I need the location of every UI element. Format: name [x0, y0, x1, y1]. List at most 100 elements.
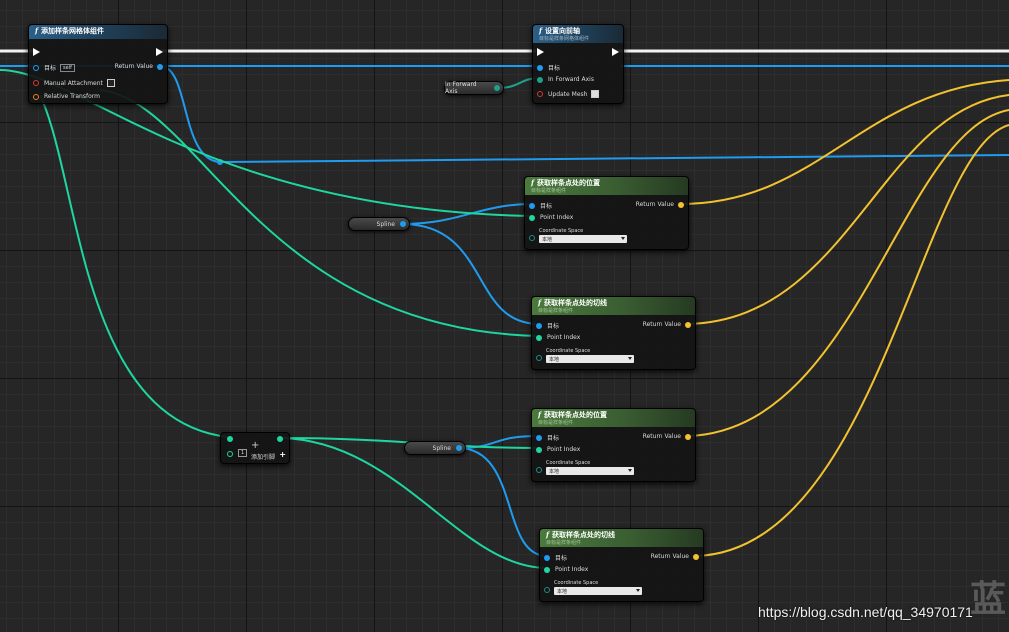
node-title: f 获取样条点处的切线: [538, 298, 689, 308]
pin-in-forward-axis[interactable]: In Forward Axis: [537, 76, 594, 83]
pin-label: Return Value: [114, 63, 153, 70]
exec-out-pin[interactable]: [156, 48, 163, 56]
pin-target[interactable]: 目标: [536, 321, 559, 330]
pin-label: Manual Attachment: [44, 79, 103, 87]
function-icon: f: [539, 26, 543, 35]
manual-attachment-checkbox[interactable]: [106, 79, 115, 87]
exec-in-pin[interactable]: [537, 48, 544, 56]
pin-relative-transform[interactable]: Relative Transform: [33, 93, 100, 100]
pin-target[interactable]: 目标: [536, 433, 559, 442]
pin-point-index[interactable]: Point Index: [536, 334, 580, 341]
coordinate-space-pin[interactable]: [536, 355, 542, 361]
vector-wire: [687, 94, 1009, 325]
exec-in-pin[interactable]: [33, 48, 40, 56]
output-pin[interactable]: [277, 436, 283, 442]
pin-target[interactable]: 目标 self: [33, 63, 75, 72]
dropdown-value: 本地: [542, 236, 553, 243]
pin-label: Return Value: [642, 433, 681, 440]
pin-point-index[interactable]: Point Index: [529, 214, 573, 221]
input-pin-a[interactable]: [227, 436, 233, 442]
dropdown-value: 本地: [549, 468, 560, 475]
pin-manual-attachment[interactable]: Manual Attachment: [33, 79, 115, 87]
pin-return-value[interactable]: Return Value: [636, 201, 684, 208]
get-tangent-at-spline-point-node-1[interactable]: f 获取样条点处的切线 目标是样条组件 目标 Point Index Coordi…: [531, 296, 696, 370]
pin-point-index[interactable]: Point Index: [544, 566, 588, 573]
add-spline-mesh-component-node[interactable]: f 添加样条网格体组件 目标 self Manual Attachment Rel…: [28, 24, 168, 104]
object-wire: [401, 203, 533, 225]
pin-return-value[interactable]: Return Value: [643, 433, 691, 440]
set-forward-axis-node[interactable]: f 设置向前轴 目标是样条网格体组件 目标 In Forward Axis Upd…: [532, 24, 624, 104]
get-location-at-spline-point-node-2[interactable]: f 获取样条点处的位置 目标是样条组件 目标 Point Index Coordi…: [531, 408, 696, 482]
pin-dot: [529, 202, 535, 209]
pin-dot: [685, 321, 691, 328]
pin-target[interactable]: 目标: [537, 63, 560, 72]
vector-wire: [695, 124, 1009, 557]
node-header: f 设置向前轴 目标是样条网格体组件: [533, 25, 623, 43]
pin-dot: [33, 93, 39, 100]
pin-return-value[interactable]: Return Value: [643, 321, 691, 328]
chevron-down-icon: [628, 469, 632, 472]
pin-dot: [537, 64, 543, 71]
variable-output-pin[interactable]: [400, 221, 406, 227]
coordinate-space-label: Coordinate Space: [546, 460, 591, 466]
coordinate-space-dropdown[interactable]: 本地: [546, 355, 634, 363]
node-header: f 获取样条点处的切线 目标是样条组件: [540, 529, 703, 547]
node-title: f 添加样条网格体组件: [35, 26, 104, 35]
add-value-box[interactable]: 1: [238, 449, 248, 457]
exec-out-pin[interactable]: [612, 48, 619, 56]
pin-dot: [157, 63, 163, 70]
vector-wire: [679, 79, 1009, 205]
pin-label: 目标: [555, 555, 568, 562]
coordinate-space-pin[interactable]: [529, 235, 535, 241]
coordinate-space-pin[interactable]: [536, 467, 542, 473]
variable-label: In Forward Axis: [445, 81, 477, 95]
plus-icon: +: [251, 440, 260, 451]
chevron-down-icon: [621, 237, 625, 240]
object-wire: [219, 154, 1009, 163]
pin-label: Return Value: [635, 201, 674, 208]
pin-return-value[interactable]: Return Value: [115, 63, 163, 70]
pin-label: Return Value: [650, 553, 689, 560]
pin-target[interactable]: 目标: [544, 553, 567, 562]
pin-label: Update Mesh: [548, 90, 588, 98]
node-subtitle: 目标是样条组件: [538, 308, 574, 314]
variable-output-pin[interactable]: [456, 445, 462, 451]
coordinate-space-dropdown[interactable]: 本地: [546, 467, 634, 475]
pin-target[interactable]: 目标: [529, 201, 552, 210]
pin-point-index[interactable]: Point Index: [536, 446, 580, 453]
pin-update-mesh[interactable]: Update Mesh: [537, 90, 600, 98]
pin-label: 目标: [540, 203, 553, 210]
update-mesh-checkbox[interactable]: [591, 90, 600, 98]
get-location-at-spline-point-node-1[interactable]: f 获取样条点处的位置 目标是样条组件 目标 Point Index Coordi…: [524, 176, 689, 250]
function-icon: f: [538, 410, 542, 419]
pin-return-value[interactable]: Return Value: [651, 553, 699, 560]
pin-label: Point Index: [540, 214, 574, 221]
coordinate-space-pin[interactable]: [544, 587, 550, 593]
add-pin-icon[interactable]: +: [279, 450, 286, 459]
node-header: f 添加样条网格体组件: [29, 25, 167, 39]
node-title: f 获取样条点处的位置: [538, 410, 689, 420]
input-pin-b[interactable]: [227, 451, 233, 457]
variable-output-pin[interactable]: [494, 85, 500, 91]
coordinate-space-label: Coordinate Space: [539, 228, 584, 234]
coordinate-space-dropdown[interactable]: 本地: [554, 587, 642, 595]
add-int-node[interactable]: + 1 添加引脚 +: [220, 432, 290, 464]
coordinate-space-dropdown[interactable]: 本地: [539, 235, 627, 243]
add-pin-label[interactable]: 添加引脚: [251, 452, 275, 461]
in-forward-axis-variable[interactable]: In Forward Axis: [444, 81, 504, 95]
pin-dot: [536, 334, 542, 341]
function-icon: f: [546, 530, 550, 539]
spline-variable-1[interactable]: Spline: [348, 217, 410, 231]
chevron-down-icon: [636, 589, 640, 592]
function-icon: f: [531, 178, 535, 187]
spline-variable-2[interactable]: Spline: [404, 441, 466, 455]
pin-label: Return Value: [642, 321, 681, 328]
pin-dot: [529, 214, 535, 221]
self-value: self: [60, 63, 75, 72]
get-tangent-at-spline-point-node-2[interactable]: f 获取样条点处的切线 目标是样条组件 目标 Point Index Coordi…: [539, 528, 704, 602]
dropdown-value: 本地: [549, 356, 560, 363]
node-subtitle: 目标是样条组件: [538, 420, 574, 426]
node-title-text: 设置向前轴: [545, 27, 581, 35]
node-title-text: 获取样条点处的位置: [537, 179, 601, 187]
pin-label: 目标: [547, 323, 560, 330]
